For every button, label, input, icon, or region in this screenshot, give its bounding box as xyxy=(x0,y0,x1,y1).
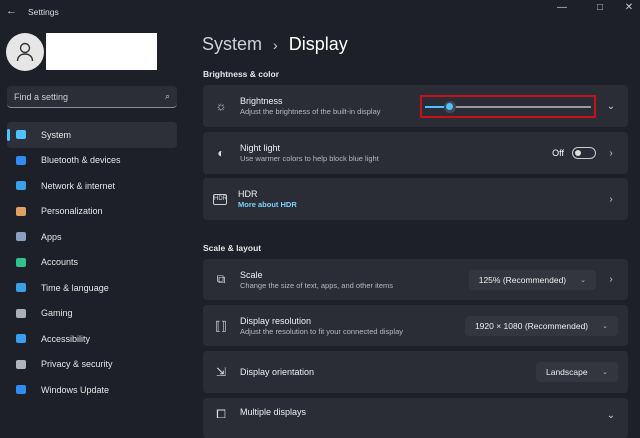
person-icon xyxy=(15,256,27,268)
resolution-card[interactable]: ⟦⟧ Display resolution Adjust the resoluti… xyxy=(203,305,628,346)
chevron-right-icon[interactable]: › xyxy=(604,274,618,285)
scale-card[interactable]: ⧉ Scale Change the size of text, apps, an… xyxy=(203,259,628,300)
sidebar-item-accessibility[interactable]: Accessibility xyxy=(7,326,177,352)
sidebar-item-apps[interactable]: Apps xyxy=(7,224,177,250)
minimize-icon[interactable]: — xyxy=(552,2,572,13)
orientation-title: Display orientation xyxy=(240,367,315,377)
chevron-down-icon: ⌄ xyxy=(580,276,586,284)
hdr-icon: HDR xyxy=(213,193,227,205)
maximize-icon[interactable]: □ xyxy=(590,2,610,13)
sidebar-item-label: Privacy & security xyxy=(41,359,113,370)
sidebar-item-windows-update[interactable]: Windows Update xyxy=(7,377,177,403)
sidebar-item-personalization[interactable]: Personalization xyxy=(7,199,177,225)
brush-icon xyxy=(15,205,27,217)
user-name-redacted xyxy=(46,33,157,70)
brightness-slider[interactable] xyxy=(420,94,596,118)
sidebar-item-gaming[interactable]: Gaming xyxy=(7,301,177,327)
hdr-link[interactable]: More about HDR xyxy=(238,200,596,209)
resolution-title: Display resolution xyxy=(240,315,312,326)
sidebar-item-label: Personalization xyxy=(41,206,103,217)
night-light-state: Off xyxy=(552,148,564,158)
page-title: System › Display xyxy=(202,34,348,55)
update-icon xyxy=(15,384,27,396)
multiple-displays-title: Multiple displays xyxy=(240,407,307,417)
person-icon xyxy=(16,42,34,62)
section-scale-layout: Scale & layout xyxy=(203,243,262,253)
close-icon[interactable]: ✕ xyxy=(619,2,639,13)
breadcrumb-separator: › xyxy=(273,37,278,53)
brightness-card[interactable]: ☼ Brightness Adjust the brightness of the… xyxy=(203,85,628,127)
globe-clock-icon xyxy=(15,282,27,294)
slider-thumb[interactable] xyxy=(443,100,456,113)
apps-icon xyxy=(15,231,27,243)
gamepad-icon xyxy=(15,307,27,319)
breadcrumb-display: Display xyxy=(288,34,348,54)
sidebar-item-label: Network & internet xyxy=(41,180,116,191)
night-light-subtitle: Use warmer colors to help block blue lig… xyxy=(240,154,379,163)
breadcrumb-system[interactable]: System xyxy=(202,34,262,54)
chevron-right-icon[interactable]: › xyxy=(604,148,618,159)
sun-icon: ☼ xyxy=(215,99,227,113)
resolution-dropdown[interactable]: 1920 × 1080 (Recommended) ⌄ xyxy=(464,315,618,336)
orientation-value: Landscape xyxy=(546,367,588,377)
night-light-title: Night light xyxy=(240,143,281,153)
sidebar-item-label: Windows Update xyxy=(41,384,110,395)
scale-icon: ⧉ xyxy=(216,272,226,286)
chevron-down-icon[interactable]: ⌄ xyxy=(604,410,618,421)
night-light-card[interactable]: ◐ Night light Use warmer colors to help b… xyxy=(203,132,628,174)
sidebar-item-system[interactable]: System xyxy=(7,122,177,148)
orientation-dropdown[interactable]: Landscape ⌄ xyxy=(536,362,618,382)
scale-subtitle: Change the size of text, apps, and other… xyxy=(240,280,394,290)
wifi-icon xyxy=(15,180,27,192)
bluetooth-icon xyxy=(15,154,27,166)
sidebar-item-label: Bluetooth & devices xyxy=(41,155,121,166)
scale-dropdown[interactable]: 125% (Recommended) ⌄ xyxy=(468,269,596,290)
orientation-card[interactable]: ⇲ Display orientation Landscape ⌄ xyxy=(203,351,628,393)
night-light-icon: ◐ xyxy=(217,146,225,160)
sidebar-item-label: Accounts xyxy=(41,257,79,268)
orientation-icon: ⇲ xyxy=(215,365,227,379)
chevron-down-icon[interactable]: ⌄ xyxy=(604,101,618,112)
multiple-displays-icon: ⧠ xyxy=(216,407,226,421)
monitor-icon xyxy=(15,129,27,141)
back-arrow-icon[interactable]: ← xyxy=(6,5,17,17)
night-light-toggle[interactable] xyxy=(572,147,596,159)
search-input[interactable] xyxy=(14,91,144,102)
sidebar-item-label: Time & language xyxy=(41,282,109,293)
sidebar-item-label: Apps xyxy=(41,231,62,242)
chevron-down-icon: ⌄ xyxy=(602,369,608,376)
sidebar-item-accounts[interactable]: Accounts xyxy=(7,250,177,276)
avatar[interactable] xyxy=(6,33,44,71)
sidebar-item-label: System xyxy=(41,129,72,140)
chevron-down-icon: ⌄ xyxy=(602,322,608,330)
brightness-title: Brightness xyxy=(240,96,283,106)
scale-value: 125% (Recommended) xyxy=(478,274,567,285)
search-icon[interactable]: ⌕ xyxy=(165,91,170,102)
brightness-subtitle: Adjust the brightness of the built-in di… xyxy=(240,107,381,116)
shield-icon xyxy=(15,358,27,370)
multiple-displays-card[interactable]: ⧠ Multiple displays ⌄ xyxy=(203,398,628,438)
sidebar-item-bluetooth-devices[interactable]: Bluetooth & devices xyxy=(7,148,177,174)
resolution-subtitle: Adjust the resolution to fit your connec… xyxy=(240,326,404,336)
sidebar-item-label: Accessibility xyxy=(41,333,91,344)
app-title: Settings xyxy=(28,7,59,17)
resolution-value: 1920 × 1080 (Recommended) xyxy=(474,320,589,331)
sidebar-item-network-internet[interactable]: Network & internet xyxy=(7,173,177,199)
sidebar-item-privacy-security[interactable]: Privacy & security xyxy=(7,352,177,378)
hdr-title: HDR xyxy=(238,189,258,199)
title-bar: ← Settings — □ ✕ xyxy=(0,0,640,24)
resolution-icon: ⟦⟧ xyxy=(215,318,227,333)
scale-title: Scale xyxy=(240,269,263,280)
accessibility-icon xyxy=(15,333,27,345)
sidebar-item-time-language[interactable]: Time & language xyxy=(7,275,177,301)
hdr-card[interactable]: HDR HDR More about HDR › xyxy=(203,178,628,220)
search-box[interactable]: ⌕ xyxy=(7,86,177,108)
sidebar-nav: System Bluetooth & devices Network & inter… xyxy=(7,122,177,403)
sidebar-item-label: Gaming xyxy=(41,308,73,319)
chevron-right-icon[interactable]: › xyxy=(604,194,618,205)
section-brightness-color: Brightness & color xyxy=(203,69,280,79)
